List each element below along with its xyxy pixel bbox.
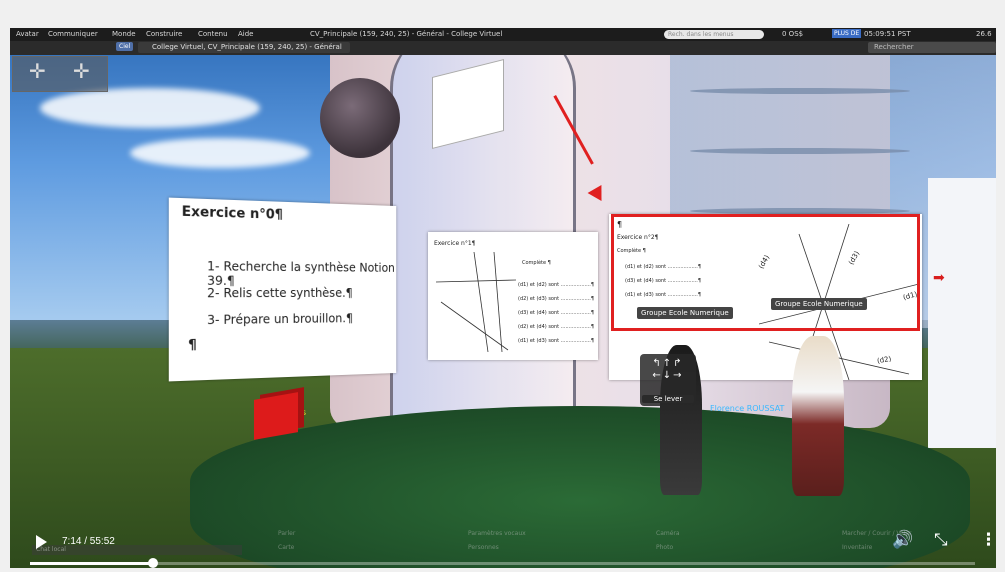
video-frame: Exercice n°0¶ 1- Recherche la synthèse N… [0, 0, 1005, 572]
search-input[interactable]: Rechercher [868, 42, 996, 53]
cloud [130, 138, 310, 168]
fps: 26.6 [976, 30, 992, 38]
glass-ring [690, 88, 910, 94]
voice-settings-button[interactable]: Paramètres vocaux [468, 530, 526, 537]
volume-icon[interactable]: 🔊 [892, 530, 913, 550]
cross-icon: ✛ [29, 59, 46, 83]
viewer-toolbar: Parler Paramètres vocaux Caméra Marcher … [258, 528, 918, 558]
sky-button[interactable]: Ciel [116, 42, 134, 51]
highlight-box [611, 214, 920, 331]
complete-label: Complète ¶ [522, 260, 551, 266]
lines-diagram [436, 252, 516, 352]
movement-minimap[interactable]: ✛ ✛ [12, 56, 108, 92]
exercise-row: (d2) et (d3) sont ...................¶ [518, 296, 595, 302]
exercise-row: (d3) et (d4) sont ...................¶ [518, 310, 595, 316]
play-button[interactable] [36, 535, 47, 549]
cross-icon: ✛ [73, 59, 90, 83]
white-wall [928, 178, 996, 448]
move-arrows-icon[interactable]: ↰↑↱ ←↓→ [640, 354, 696, 382]
menu-construire[interactable]: Construire [146, 28, 182, 41]
menu-communiquer[interactable]: Communiquer [48, 28, 98, 41]
board-line: 2- Relis cette synthèse.¶ [207, 285, 353, 301]
menu-search-input[interactable]: Rech. dans les menus [664, 30, 764, 39]
clock: 05:09:51 PST [864, 30, 911, 38]
more-options-icon[interactable]: ⋮ [980, 530, 997, 550]
cloud [40, 88, 260, 128]
progress-track[interactable] [30, 562, 975, 565]
pilcrow: ¶ [188, 337, 197, 354]
avatar-name-tag: Florence ROUSSAT [710, 404, 785, 413]
stand-up-button[interactable]: Se lever [642, 395, 694, 403]
avatar-red-pants[interactable] [792, 336, 844, 496]
progress-fill [30, 562, 154, 565]
plus-de-button[interactable]: PLUS DE [832, 29, 862, 38]
people-button[interactable]: Personnes [468, 544, 499, 551]
inventory-button[interactable]: Inventaire [842, 544, 872, 551]
board-line: 3- Prépare un brouillon.¶ [207, 311, 354, 328]
menu-avatar[interactable]: Avatar [16, 28, 39, 41]
board-title: Exercice n°0¶ [181, 204, 283, 223]
exit-fullscreen-icon[interactable]: ⤡ [934, 530, 948, 550]
location-bar[interactable]: College Virtuel, CV_Principale (159, 240… [138, 42, 350, 53]
board-exercice-0[interactable]: Exercice n°0¶ 1- Recherche la synthèse N… [168, 197, 397, 382]
balance: 0 OS$ [782, 30, 804, 38]
move-controls-panel[interactable]: ↰↑↱ ←↓→ Se lever [640, 354, 696, 406]
menu-contenu[interactable]: Contenu [198, 28, 228, 41]
glass-ring [690, 148, 910, 154]
menu-monde[interactable]: Monde [112, 28, 136, 41]
camera-button[interactable]: Caméra [656, 530, 680, 537]
dark-sphere [320, 78, 400, 158]
photo-button[interactable]: Photo [656, 544, 673, 551]
board-title: Exercice n°1¶ [434, 240, 476, 247]
red-cube[interactable] [254, 392, 298, 440]
exercise-row: (d1) et (d2) sont ...................¶ [518, 282, 595, 288]
board-exercice-1[interactable]: Exercice n°1¶ Complète ¶ (d1) et (d2) so… [428, 232, 598, 360]
exercise-row: (d1) et (d3) sont ...................¶ [518, 338, 595, 344]
speak-button[interactable]: Parler [278, 530, 295, 537]
exercise-row: (d2) et (d4) sont ...................¶ [518, 324, 595, 330]
menu-aide[interactable]: Aide [238, 28, 253, 41]
window-title: CV_Principale (159, 240, 25) - Général -… [310, 30, 503, 38]
map-button[interactable]: Carte [278, 544, 294, 551]
time-display: 7:14 / 55:52 [62, 536, 115, 547]
board-line: 1- Recherche la synthèse Notion 39.¶ [207, 258, 395, 288]
red-arrow-icon: ➡ [933, 270, 945, 286]
